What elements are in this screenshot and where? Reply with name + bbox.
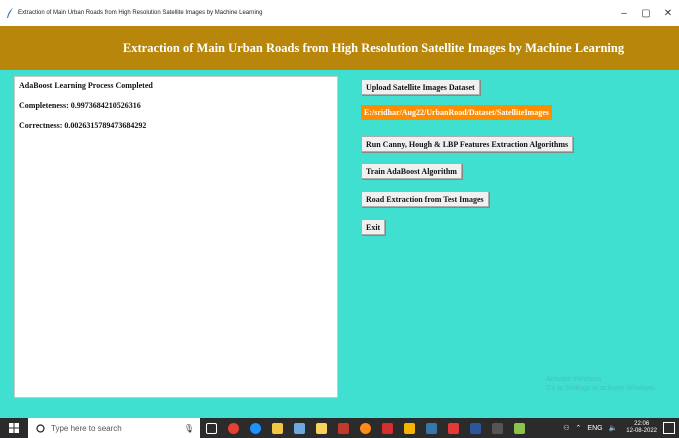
clock-date: 12-08-2022 <box>626 428 657 434</box>
window-controls: – ▢ ✕ <box>613 0 679 26</box>
dataset-path-label: E:/sridhar/Aug22/UrbanRoad/Dataset/Satel… <box>361 105 552 120</box>
people-icon[interactable]: ⚇ <box>563 424 569 432</box>
minimize-button[interactable]: – <box>613 0 635 26</box>
search-placeholder: Type here to search <box>51 423 122 433</box>
close-button[interactable]: ✕ <box>657 0 679 26</box>
activate-windows-watermark: Activate Windows Go to Settings to activ… <box>546 375 657 393</box>
app-icon[interactable] <box>442 418 464 438</box>
output-line-completeness: Completeness: 0.9973684210526316 <box>19 101 141 110</box>
terminal-icon[interactable] <box>486 418 508 438</box>
file-explorer-icon[interactable] <box>266 418 288 438</box>
maximize-button[interactable]: ▢ <box>635 0 657 26</box>
road-extraction-button[interactable]: Road Extraction from Test Images <box>361 191 489 207</box>
taskbar: Type here to search 🎙 ⚇ ⌃ ENG 🔈 22:06 12… <box>0 418 679 438</box>
microphone-icon[interactable]: 🎙 <box>184 424 194 433</box>
clock-time: 22:06 <box>634 421 650 427</box>
feather-icon <box>6 7 16 19</box>
chrome-icon[interactable] <box>222 418 244 438</box>
folder-icon[interactable] <box>398 418 420 438</box>
word-icon[interactable] <box>464 418 486 438</box>
feature-extraction-button[interactable]: Run Canny, Hough & LBP Features Extracti… <box>361 136 574 152</box>
firefox-icon[interactable] <box>354 418 376 438</box>
store-icon[interactable] <box>310 418 332 438</box>
upload-dataset-button[interactable]: Upload Satellite Images Dataset <box>361 79 480 95</box>
edge-icon[interactable] <box>244 418 266 438</box>
train-adaboost-button[interactable]: Train AdaBoost Algorithm <box>361 163 462 179</box>
watermark-subtitle: Go to Settings to activate Windows. <box>546 385 657 392</box>
output-line-status: AdaBoost Learning Process Completed <box>19 81 153 90</box>
notification-icon[interactable] <box>663 422 675 434</box>
taskbar-clock[interactable]: 22:06 12-08-2022 <box>626 421 657 435</box>
page-title: Extraction of Main Urban Roads from High… <box>122 40 625 55</box>
python-icon[interactable] <box>420 418 442 438</box>
window-title: Extraction of Main Urban Roads from High… <box>18 10 263 16</box>
active-app-icon[interactable] <box>508 418 530 438</box>
start-button[interactable] <box>0 418 28 438</box>
speaker-icon[interactable]: 🔈 <box>609 424 618 432</box>
language-indicator[interactable]: ENG <box>587 425 602 432</box>
chevron-up-icon[interactable]: ⌃ <box>576 424 582 432</box>
exit-button[interactable]: Exit <box>361 219 386 235</box>
windows-logo-icon <box>9 423 19 433</box>
notepad-icon[interactable] <box>288 418 310 438</box>
window-titlebar: Extraction of Main Urban Roads from High… <box>0 0 679 26</box>
system-tray: ⚇ ⌃ ENG 🔈 22:06 12-08-2022 <box>560 421 679 435</box>
app-header: Extraction of Main Urban Roads from High… <box>0 26 679 70</box>
task-view-icon[interactable] <box>200 418 222 438</box>
acrobat-icon[interactable] <box>376 418 398 438</box>
paint-icon[interactable] <box>332 418 354 438</box>
output-textarea[interactable]: AdaBoost Learning Process Completed Comp… <box>14 76 338 398</box>
watermark-title: Activate Windows <box>546 376 602 383</box>
output-line-correctness: Correctness: 0.0026315789473684292 <box>19 121 147 130</box>
search-icon <box>34 423 46 433</box>
taskbar-search[interactable]: Type here to search 🎙 <box>28 418 200 438</box>
